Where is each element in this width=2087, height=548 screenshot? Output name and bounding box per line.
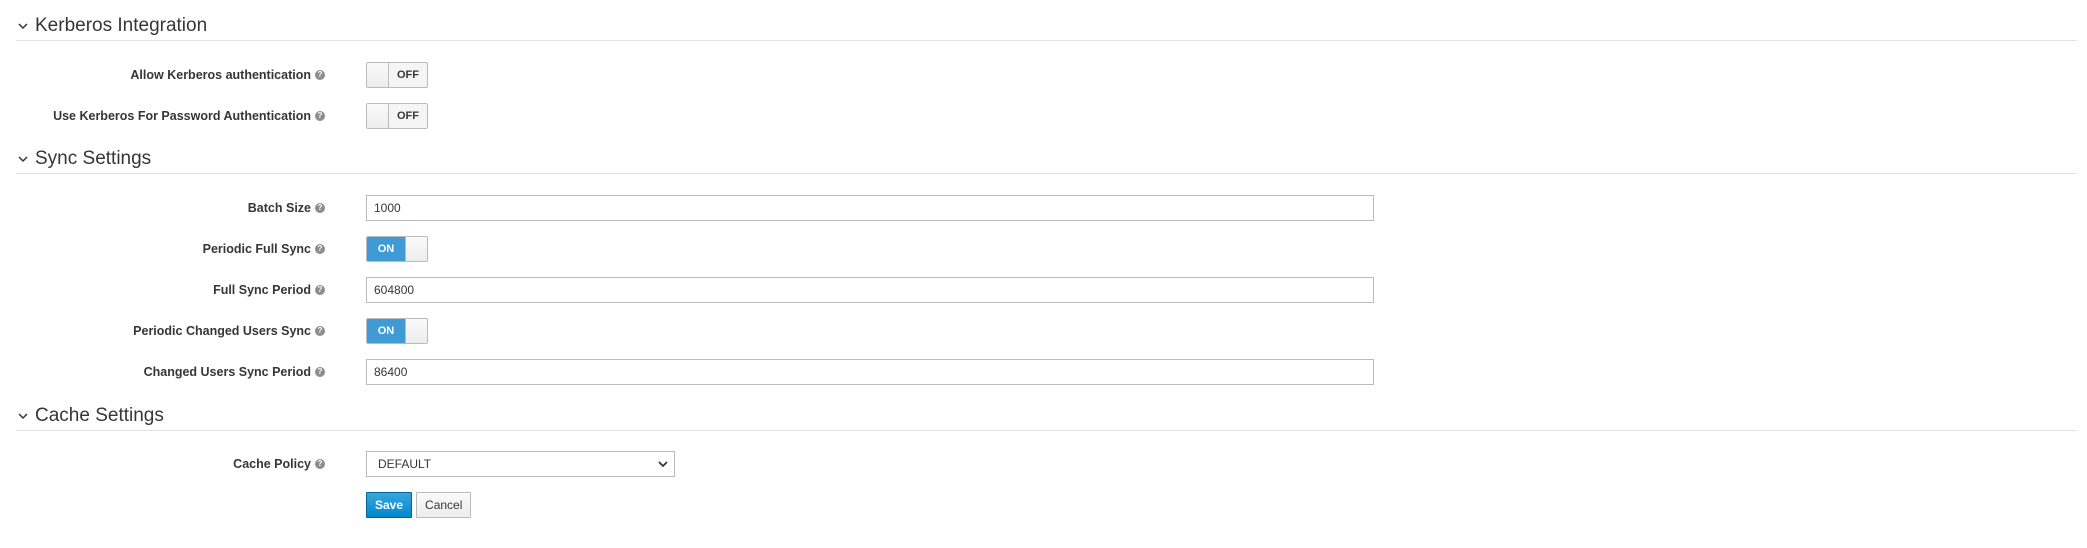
periodic-full-sync-toggle[interactable]: ON <box>366 236 428 262</box>
changed-users-sync-period-input[interactable] <box>366 359 1374 385</box>
periodic-changed-users-sync-toggle[interactable]: ON <box>366 318 428 344</box>
form-row-periodic-changed-users-sync: Periodic Changed Users Sync ? ON <box>0 317 2087 345</box>
section-divider <box>16 430 2077 431</box>
cancel-button[interactable]: Cancel <box>416 492 472 518</box>
toggle-knob <box>367 63 389 87</box>
batch-size-input[interactable] <box>366 195 1374 221</box>
help-icon[interactable]: ? <box>315 111 325 121</box>
section-title: Sync Settings <box>35 148 152 169</box>
chevron-down-icon <box>657 458 669 470</box>
form-row-allow-kerberos-auth: Allow Kerberos authentication ? OFF <box>0 61 2087 89</box>
toggle-knob <box>367 104 389 128</box>
section-header-kerberos[interactable]: Kerberos Integration <box>16 14 2077 38</box>
form-row-cache-policy: Cache Policy ? DEFAULT <box>0 450 2087 478</box>
section-title: Kerberos Integration <box>35 15 208 36</box>
help-icon[interactable]: ? <box>315 203 325 213</box>
select-value: DEFAULT <box>378 457 432 471</box>
save-button[interactable]: Save <box>366 492 413 518</box>
chevron-down-icon <box>16 19 30 33</box>
toggle-state: ON <box>367 237 405 261</box>
toggle-state: OFF <box>389 63 427 87</box>
section-header-sync[interactable]: Sync Settings <box>16 147 2077 171</box>
field-label: Full Sync Period ? <box>213 276 325 304</box>
section-title: Cache Settings <box>35 405 164 426</box>
form-actions: Save Cancel <box>0 491 2087 519</box>
chevron-down-icon <box>16 152 30 166</box>
help-icon[interactable]: ? <box>315 459 325 469</box>
toggle-knob <box>405 237 427 261</box>
full-sync-period-input[interactable] <box>366 277 1374 303</box>
form-row-periodic-full-sync: Periodic Full Sync ? ON <box>0 235 2087 263</box>
form-row-changed-users-sync-period: Changed Users Sync Period ? <box>0 358 2087 386</box>
help-icon[interactable]: ? <box>315 285 325 295</box>
help-icon[interactable]: ? <box>315 244 325 254</box>
section-divider <box>16 173 2077 174</box>
cache-policy-select[interactable]: DEFAULT <box>366 451 675 477</box>
form-row-batch-size: Batch Size ? <box>0 194 2087 222</box>
help-icon[interactable]: ? <box>315 367 325 377</box>
form-row-use-kerberos-password: Use Kerberos For Password Authentication… <box>0 102 2087 130</box>
form-row-full-sync-period: Full Sync Period ? <box>0 276 2087 304</box>
help-icon[interactable]: ? <box>315 326 325 336</box>
chevron-down-icon <box>16 409 30 423</box>
field-label: Periodic Full Sync ? <box>203 235 325 263</box>
ldap-provider-settings-page: Kerberos Integration Allow Kerberos auth… <box>0 0 2087 548</box>
field-label: Batch Size ? <box>248 194 325 222</box>
toggle-state: ON <box>367 319 405 343</box>
toggle-state: OFF <box>389 104 427 128</box>
allow-kerberos-auth-toggle[interactable]: OFF <box>366 62 428 88</box>
section-header-cache[interactable]: Cache Settings <box>16 404 2077 428</box>
field-label: Allow Kerberos authentication ? <box>130 61 325 89</box>
field-label: Cache Policy ? <box>233 450 325 478</box>
toggle-knob <box>405 319 427 343</box>
field-label: Use Kerberos For Password Authentication… <box>53 102 325 130</box>
field-label: Periodic Changed Users Sync ? <box>133 317 325 345</box>
help-icon[interactable]: ? <box>315 70 325 80</box>
section-divider <box>16 40 2077 41</box>
use-kerberos-password-toggle[interactable]: OFF <box>366 103 428 129</box>
field-label: Changed Users Sync Period ? <box>144 358 325 386</box>
